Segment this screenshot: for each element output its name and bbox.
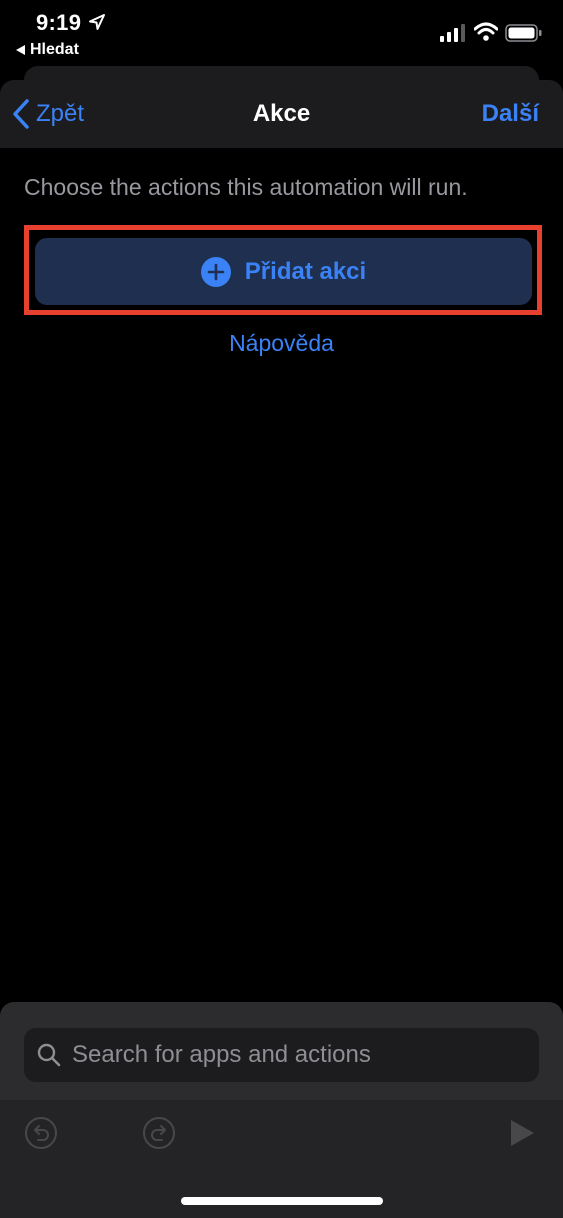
plus-circle-icon <box>200 256 231 287</box>
home-indicator <box>181 1197 383 1205</box>
back-app-label: Hledat <box>30 41 79 58</box>
add-action-button[interactable]: Přidat akci <box>35 238 532 305</box>
page-title: Akce <box>252 100 311 127</box>
bottom-sheet <box>0 1002 563 1218</box>
instruction-text: Choose the actions this automation will … <box>24 174 468 200</box>
search-icon <box>37 1043 61 1067</box>
help-link[interactable]: Nápověda <box>0 330 563 357</box>
signal-icon <box>440 24 465 42</box>
add-action-label: Přidat akci <box>244 257 367 285</box>
navigation-bar: Zpět Akce Další <box>0 80 563 148</box>
location-arrow-icon <box>89 14 105 30</box>
wifi-icon <box>474 22 498 41</box>
undo-icon[interactable] <box>24 1116 58 1150</box>
search-input[interactable] <box>70 1040 539 1070</box>
search-field[interactable] <box>24 1028 539 1082</box>
back-to-app-link[interactable]: Hledat <box>16 41 79 59</box>
play-icon[interactable] <box>508 1118 536 1148</box>
back-triangle-icon <box>16 45 25 55</box>
status-time: 9:19 <box>36 10 82 35</box>
status-bar: 9:19 Hledat <box>0 0 563 62</box>
battery-icon <box>505 24 542 42</box>
next-button[interactable]: Další <box>482 100 539 128</box>
redo-icon[interactable] <box>142 1116 176 1150</box>
